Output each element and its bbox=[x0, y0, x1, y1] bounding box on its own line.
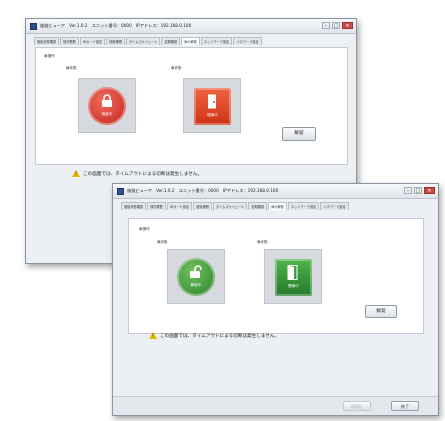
lock-state-label: 扉状態： bbox=[157, 240, 171, 244]
lock-caption: 施錠中 bbox=[101, 112, 113, 116]
window-title: 施錠ビューア Ver.1.0.2 ユニット番号：0000 IPアドレス：192.… bbox=[40, 23, 192, 28]
tab-id-card[interactable]: IDカード設定 bbox=[79, 37, 106, 45]
unlock-indicator: 解錠中 bbox=[177, 258, 215, 296]
warning-triangle-icon: ! bbox=[72, 170, 80, 177]
tab-door-unlock[interactable]: 扉の解錠 bbox=[181, 37, 200, 45]
warning-message: ! この画面では、タイムアウトによる切断は発生しません。 bbox=[72, 170, 202, 177]
reload-button[interactable]: 再読込 bbox=[343, 401, 371, 411]
tab-schedule[interactable]: タイムスケジュール bbox=[125, 37, 161, 45]
tab-periodic[interactable]: 定期確認 bbox=[248, 202, 268, 210]
close-button[interactable]: ✕ bbox=[342, 22, 353, 29]
footer-bar: 再読込 終了 bbox=[113, 396, 438, 415]
window-title: 施錠ビューア Ver.1.0.2 ユニット番号：0000 IPアドレス：192.… bbox=[127, 188, 279, 193]
tab-bar: 施錠状態確認 操作履歴 IDカード設定 施錠権限 タイムスケジュール 定期確認 … bbox=[26, 34, 356, 45]
warning-text: この画面では、タイムアウトによる切断は発生しません。 bbox=[83, 171, 203, 177]
panel-title: 扉操作 bbox=[44, 54, 55, 58]
tab-schedule[interactable]: タイムスケジュール bbox=[212, 202, 248, 210]
padlock-closed-icon bbox=[102, 94, 112, 107]
tab-network[interactable]: ネットワーク設定 bbox=[200, 37, 233, 45]
tab-network[interactable]: ネットワーク設定 bbox=[287, 202, 320, 210]
lock-caption: 解錠中 bbox=[190, 283, 202, 287]
tab-permission[interactable]: 施錠権限 bbox=[106, 37, 125, 45]
window-controls: – □ ✕ bbox=[404, 187, 435, 194]
window-controls: – □ ✕ bbox=[322, 22, 353, 29]
tab-lock-status[interactable]: 施錠状態確認 bbox=[34, 37, 60, 45]
door-panel: 扉操作 扉状態： 扉状態： 施錠中 閉扉中 解錠 bbox=[35, 47, 348, 165]
tab-password[interactable]: バスワード設定 bbox=[233, 37, 262, 45]
maximize-button[interactable]: □ bbox=[414, 187, 422, 194]
tab-id-card[interactable]: IDカード設定 bbox=[166, 202, 193, 210]
door-panel: 扉操作 扉状態： 扉状態： 解錠中 開扉中 解錠 bbox=[128, 218, 424, 334]
panel-title: 扉操作 bbox=[139, 227, 150, 231]
lock-indicator: 施錠中 bbox=[88, 87, 126, 125]
title-bar: 施錠ビューア Ver.1.0.2 ユニット番号：0000 IPアドレス：192.… bbox=[113, 184, 438, 199]
door-indicator: 閉扉中 bbox=[194, 88, 231, 125]
door-state-tile: 開扉中 bbox=[264, 249, 322, 304]
tab-lock-status[interactable]: 施錠状態確認 bbox=[121, 202, 147, 210]
app-icon bbox=[30, 22, 37, 30]
lock-state-tile: 解錠中 bbox=[167, 249, 225, 304]
door-state-label: 扉状態： bbox=[257, 240, 271, 244]
lock-state-tile: 施錠中 bbox=[78, 78, 136, 133]
tab-history[interactable]: 操作履歴 bbox=[147, 202, 166, 210]
maximize-button[interactable]: □ bbox=[332, 22, 340, 29]
tab-password[interactable]: バスワード設定 bbox=[320, 202, 349, 210]
minimize-button[interactable]: – bbox=[322, 22, 330, 29]
door-state-label: 扉状態： bbox=[171, 66, 185, 70]
exit-button[interactable]: 終了 bbox=[391, 401, 419, 411]
door-caption: 閉扉中 bbox=[207, 113, 218, 117]
tab-door-unlock[interactable]: 扉の解錠 bbox=[268, 202, 287, 210]
door-indicator: 開扉中 bbox=[275, 259, 312, 296]
unlock-button[interactable]: 解錠 bbox=[282, 127, 316, 141]
title-bar: 施錠ビューア Ver.1.0.2 ユニット番号：0000 IPアドレス：192.… bbox=[26, 19, 356, 34]
door-open-icon bbox=[287, 265, 298, 280]
warning-text: この画面では、タイムアウトによる切断は発生しません。 bbox=[160, 333, 280, 339]
close-button[interactable]: ✕ bbox=[424, 187, 435, 194]
viewer-window-front: 施錠ビューア Ver.1.0.2 ユニット番号：0000 IPアドレス：192.… bbox=[112, 183, 439, 416]
door-closed-icon bbox=[208, 94, 216, 109]
lock-state-label: 扉状態： bbox=[66, 66, 80, 70]
tab-history[interactable]: 操作履歴 bbox=[60, 37, 79, 45]
warning-message: ! この画面では、タイムアウトによる切断は発生しません。 bbox=[149, 332, 279, 339]
minimize-button[interactable]: – bbox=[404, 187, 412, 194]
door-caption: 開扉中 bbox=[288, 284, 299, 288]
tab-bar: 施錠状態確認 操作履歴 IDカード設定 施錠権限 タイムスケジュール 定期確認 … bbox=[113, 199, 438, 210]
unlock-button[interactable]: 解錠 bbox=[365, 305, 397, 318]
tab-periodic[interactable]: 定期確認 bbox=[161, 37, 181, 45]
door-state-tile: 閉扉中 bbox=[183, 78, 241, 133]
padlock-open-icon bbox=[190, 265, 202, 278]
app-icon bbox=[117, 187, 124, 195]
warning-triangle-icon: ! bbox=[149, 332, 157, 339]
tab-permission[interactable]: 施錠権限 bbox=[193, 202, 212, 210]
